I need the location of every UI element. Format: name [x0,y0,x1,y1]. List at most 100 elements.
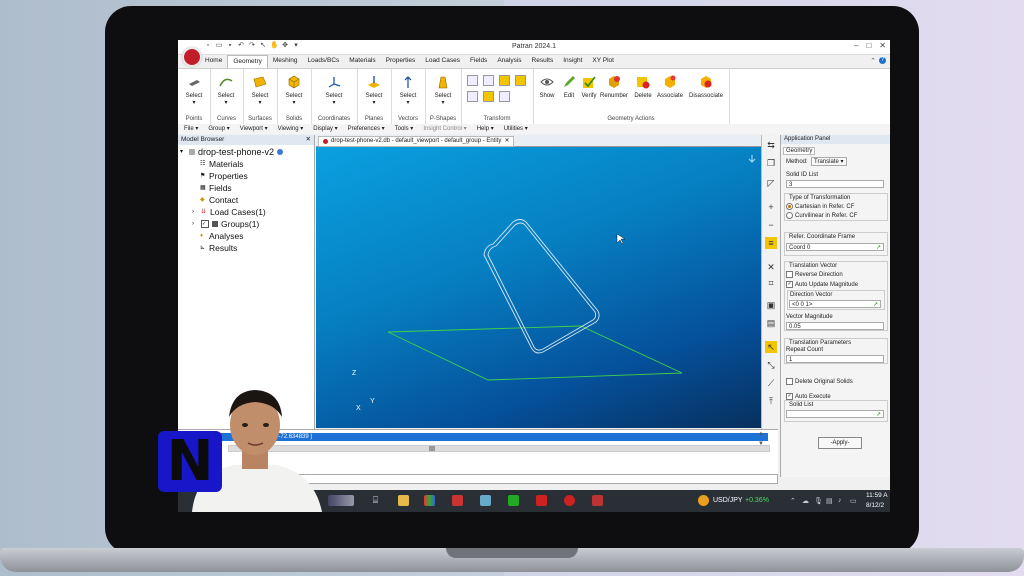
tab-meshing[interactable]: Meshing [268,55,303,68]
zoom-in-icon[interactable]: + [765,201,777,213]
tab-properties[interactable]: Properties [381,55,421,68]
type-option-curvilinear[interactable]: Curvilinear in Refer. CF [786,212,857,219]
ribbon-collapse-icon[interactable]: ⌃ [870,57,876,65]
patran-taskbar-icon[interactable] [592,495,603,506]
disassociate-button[interactable]: Disassociate [689,75,723,99]
renumber-button[interactable]: Renumber [599,75,629,99]
viewport-tab[interactable]: drop-test-phone-v2.db - default_viewport… [318,136,515,147]
widgets-icon[interactable]: ⌸ [370,495,381,506]
transform-scale-icon[interactable] [499,75,510,86]
help-icon[interactable]: ? [879,57,886,64]
menu-viewport[interactable]: Viewport ▾ [240,124,268,134]
grid-pick-icon[interactable]: ▤ [765,317,777,329]
p-shapes-select-button[interactable]: Select ▾ [431,75,455,106]
tab-materials[interactable]: Materials [344,55,380,68]
tab-analysis[interactable]: Analysis [492,55,526,68]
curves-select-button[interactable]: Select ▾ [214,75,238,106]
patran-logo[interactable] [182,47,202,67]
tab-home[interactable]: Home [200,55,227,68]
app-blue-icon[interactable] [480,495,491,506]
app-multicolor-icon[interactable] [424,495,435,506]
expand-icon[interactable]: › [192,209,198,215]
tree-item-results[interactable]: ⊾ Results [200,243,237,253]
menu-file[interactable]: File ▾ [184,124,198,134]
tab-xy-plot[interactable]: XY Plot [587,55,619,68]
delete-original-checkbox[interactable]: Delete Original Solids [786,378,853,385]
settings-gear-icon[interactable] [564,495,575,506]
transform-translate-icon[interactable] [467,75,478,86]
close-icon[interactable]: ✕ [306,135,311,145]
tree-item-load-cases[interactable]: › ⇊ Load Cases(1) [192,207,266,217]
method-select[interactable]: Translate ▾ [811,157,847,166]
pick-icon[interactable]: ↗ [873,301,878,309]
app-red-icon[interactable] [452,495,463,506]
scroll-thumb[interactable] [429,446,435,451]
planes-select-button[interactable]: Select ▾ [362,75,386,106]
menu-group[interactable]: Group ▾ [208,124,229,134]
associate-button[interactable]: Associate [655,75,685,99]
scroll-up-icon[interactable]: ▲ [758,431,764,437]
list-icon[interactable]: ≡ [765,237,777,249]
tree-item-contact[interactable]: ◆ Contact [200,195,238,205]
transform-pivot-icon[interactable] [483,91,494,102]
solid-id-input[interactable]: 3 [786,180,884,188]
edge-select-icon[interactable]: ⤡ [765,359,777,371]
apply-button[interactable]: -Apply- [818,437,862,449]
transform-mirror-icon[interactable] [515,75,526,86]
scroll-down-icon[interactable]: ▼ [758,441,764,447]
task-view-thumbnail[interactable] [328,495,354,506]
vector-select-icon[interactable]: ⤒ [765,395,777,407]
close-icon[interactable]: ✕ [504,137,509,146]
clock-time[interactable]: 11:59 A [866,492,888,499]
tab-load-cases[interactable]: Load Cases [420,55,465,68]
app-green-c-icon[interactable] [508,495,519,506]
menu-viewing[interactable]: Viewing ▾ [278,124,304,134]
transform-rotate-icon[interactable] [483,75,494,86]
viewport-arrow-icon[interactable] [748,155,756,163]
menu-tools[interactable]: Tools ▾ [395,124,414,134]
tree-root[interactable]: ▾ drop-test-phone-v2 [180,147,284,157]
pick-icon[interactable]: ↗ [876,411,881,419]
select-filter-icon[interactable]: ⇆ [765,139,777,151]
tree-item-properties[interactable]: ⚑ Properties [200,171,248,181]
tree-item-materials[interactable]: ☷ Materials [200,159,243,169]
graphics-viewport[interactable]: Z Y X [316,147,761,428]
network-icon[interactable]: ▤ [826,497,833,505]
type-option-cartesian[interactable]: Cartesian in Refer. CF [786,203,854,210]
minimize-icon[interactable]: – [854,41,858,50]
repeat-count-input[interactable]: 1 [786,355,884,363]
transform-position-icon[interactable] [499,91,510,102]
menu-help[interactable]: Help ▾ [477,124,494,134]
clock-date[interactable]: 8/12/2 [866,502,884,509]
tree-item-groups[interactable]: › ✓ Groups(1) [192,219,259,229]
tab-fields[interactable]: Fields [465,55,492,68]
solids-select-button[interactable]: Select ▾ [282,75,306,106]
volume-icon[interactable]: ♪ [838,497,842,504]
tab-geometry[interactable]: Geometry [227,55,268,68]
checkbox-icon[interactable]: ✓ [201,220,209,228]
pick-icon[interactable]: ↗ [876,244,881,252]
verify-button[interactable]: Verify [577,75,601,99]
menu-preferences[interactable]: Preferences ▾ [348,124,385,134]
show-button[interactable]: Show [535,75,559,99]
tree-item-fields[interactable]: ▦ Fields [200,183,232,193]
maximize-icon[interactable]: □ [866,41,871,50]
points-select-button[interactable]: Select ▾ [182,75,206,106]
close-icon[interactable]: ✕ [879,41,886,50]
tab-results[interactable]: Results [527,55,559,68]
vectors-select-button[interactable]: Select ▾ [396,75,420,106]
transform-mcoord-icon[interactable] [467,91,478,102]
menu-utilities[interactable]: Utilities ▾ [504,124,528,134]
menu-insight-control[interactable]: Insight Control ▾ [423,124,466,134]
delete-button[interactable]: Delete [631,75,655,99]
surfaces-select-button[interactable]: Select ▾ [248,75,272,106]
panel-section-tab[interactable]: Geometry [783,147,816,155]
auto-update-checkbox[interactable]: ✓ Auto Update Magnitude [786,281,858,288]
expand-icon[interactable]: › [192,221,198,227]
vector-magnitude-input[interactable]: 0.05 [786,322,884,330]
coordinates-select-button[interactable]: Select ▾ [322,75,346,106]
reverse-direction-checkbox[interactable]: Reverse Direction [786,271,843,278]
microphone-icon[interactable]: 🎙 [814,497,823,505]
app-red-c-icon[interactable] [536,495,547,506]
menu-display[interactable]: Display ▾ [313,124,337,134]
